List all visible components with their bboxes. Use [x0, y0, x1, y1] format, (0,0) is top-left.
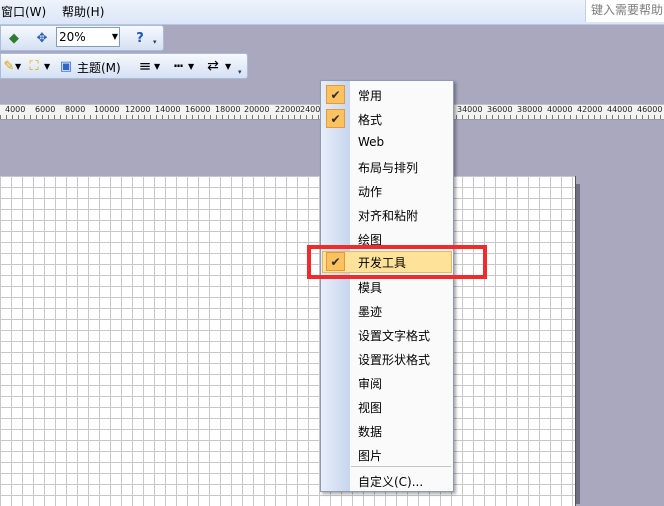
- menu-item-label: Web: [358, 135, 385, 149]
- ruler-tick: 18000: [215, 105, 241, 114]
- menu-item-label: 格式: [358, 113, 383, 127]
- annotation-highlight-box: [307, 245, 487, 279]
- chevron-down-icon[interactable]: ▼: [110, 28, 120, 46]
- theme-button[interactable]: 主题(M): [77, 59, 121, 76]
- ruler-tick: 8000: [65, 105, 86, 114]
- menu-item-review[interactable]: 审阅: [321, 371, 453, 395]
- menu-help[interactable]: 帮助(H): [62, 3, 104, 20]
- checkmark-icon: ✔: [326, 85, 345, 104]
- line-ends-icon[interactable]: ⇄: [204, 57, 222, 75]
- line-pattern-icon[interactable]: ┅: [169, 57, 187, 75]
- menu-item-view[interactable]: 视图: [321, 395, 453, 419]
- chevron-down-icon[interactable]: ▼: [188, 62, 194, 71]
- toolbars-context-menu: ✔ 常用 ✔ 格式 Web 布局与排列 动作 对齐和粘附 绘图 ✔ 开发工具 模…: [320, 80, 454, 492]
- ruler-tick: 40000: [547, 105, 573, 114]
- ruler-tick: 12000: [125, 105, 151, 114]
- menu-item-ink[interactable]: 墨迹: [321, 299, 453, 323]
- menu-item-format[interactable]: ✔ 格式: [321, 107, 453, 131]
- help-icon[interactable]: ?: [131, 29, 149, 47]
- menu-item-data[interactable]: 数据: [321, 419, 453, 443]
- menu-item-label: 图片: [358, 449, 383, 463]
- menu-item-label: 审阅: [358, 377, 383, 391]
- menu-item-label: 布局与排列: [358, 161, 419, 175]
- menu-item-label: 自定义(C)...: [358, 475, 424, 489]
- fill-color-icon[interactable]: ⛶: [25, 57, 43, 75]
- shapes-icon[interactable]: ◆: [5, 29, 23, 47]
- menu-item-format-text[interactable]: 设置文字格式: [321, 323, 453, 347]
- chevron-down-icon[interactable]: ▼: [15, 62, 21, 71]
- ruler-tick: 22000: [275, 105, 301, 114]
- menu-item-label: 设置形状格式: [358, 353, 431, 367]
- chevron-down-icon[interactable]: ▼: [154, 62, 160, 71]
- menu-item-web[interactable]: Web: [321, 131, 453, 155]
- menu-item-standard[interactable]: ✔ 常用: [321, 83, 453, 107]
- chevron-down-icon[interactable]: ▼: [225, 62, 231, 71]
- menu-item-label: 常用: [358, 89, 383, 103]
- ruler-tick: 38000: [517, 105, 543, 114]
- theme-icon[interactable]: ▣: [57, 57, 75, 75]
- menu-item-label: 模具: [358, 281, 383, 295]
- chevron-down-icon[interactable]: ▼: [44, 62, 50, 71]
- pan-zoom-icon[interactable]: ✥: [33, 29, 51, 47]
- ruler-tick: 16000: [185, 105, 211, 114]
- drawing-page-grid[interactable]: [0, 176, 576, 506]
- menu-item-snap-glue[interactable]: 对齐和粘附: [321, 203, 453, 227]
- menu-item-label: 对齐和粘附: [358, 209, 419, 223]
- ruler-tick: 14000: [155, 105, 181, 114]
- menu-item-label: 设置文字格式: [358, 329, 431, 343]
- ruler-tick: 42000: [577, 105, 603, 114]
- toolbar-options-icon[interactable]: ▾: [153, 38, 162, 48]
- ruler-tick: 10000: [94, 105, 120, 114]
- menu-item-label: 数据: [358, 425, 383, 439]
- menu-item-layout[interactable]: 布局与排列: [321, 155, 453, 179]
- menu-item-label: 视图: [358, 401, 383, 415]
- menu-item-picture[interactable]: 图片: [321, 443, 453, 467]
- menu-item-customize[interactable]: 自定义(C)...: [321, 469, 453, 493]
- menu-bar: 窗口(W) 帮助(H) 键入需要帮助: [0, 0, 664, 25]
- ruler-tick: 20000: [244, 105, 270, 114]
- menu-item-action[interactable]: 动作: [321, 179, 453, 203]
- zoom-value: 20%: [59, 30, 86, 44]
- menu-item-label: 墨迹: [358, 305, 383, 319]
- ruler-tick: 36000: [487, 105, 513, 114]
- menu-separator: [351, 466, 451, 467]
- ruler-tick: 46000: [637, 105, 663, 114]
- ruler-tick: 44000: [607, 105, 633, 114]
- checkmark-icon: ✔: [326, 109, 345, 128]
- help-search-input[interactable]: 键入需要帮助: [585, 0, 664, 22]
- ruler-tick: 4000: [5, 105, 26, 114]
- menu-item-label: 动作: [358, 185, 383, 199]
- ruler-tick: 2400: [300, 105, 321, 114]
- toolbar-options-icon[interactable]: ▾: [238, 68, 247, 78]
- ruler-tick: 6000: [35, 105, 56, 114]
- menu-window[interactable]: 窗口(W): [1, 3, 46, 20]
- line-weight-icon[interactable]: ≡: [136, 57, 154, 75]
- menu-item-format-shape[interactable]: 设置形状格式: [321, 347, 453, 371]
- ruler-tick: 34000: [457, 105, 483, 114]
